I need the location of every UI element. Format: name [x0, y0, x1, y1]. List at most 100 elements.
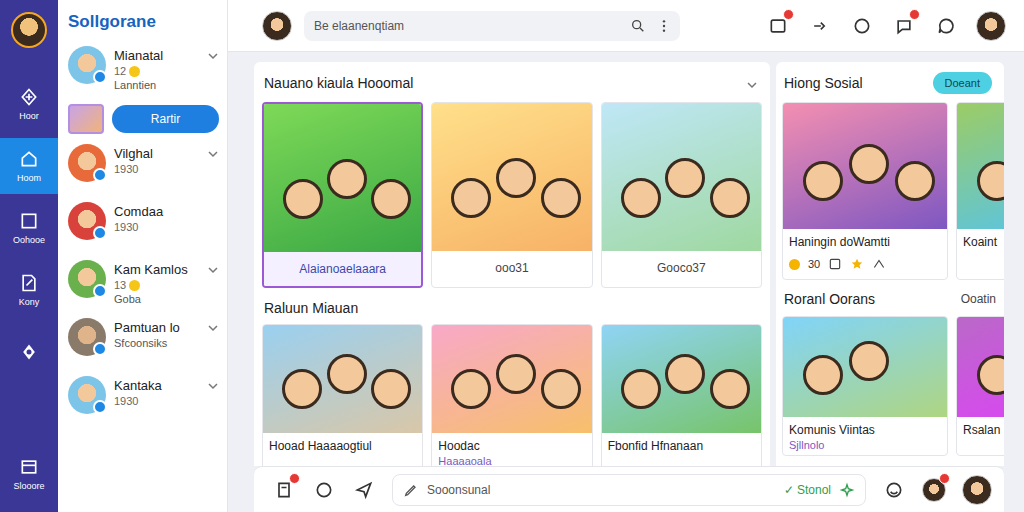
chevron-down-icon[interactable] — [207, 264, 219, 276]
card-image — [602, 325, 761, 433]
app-title: Sollgorane — [68, 12, 219, 32]
compass-icon — [19, 342, 39, 362]
social-card[interactable]: Komunis ViintasSjllnolo — [782, 316, 948, 456]
social-card[interactable]: Rsalan — [956, 316, 1004, 456]
contact-count: 12 — [114, 65, 199, 77]
card-image — [432, 325, 591, 433]
contact-count: 1930 — [114, 163, 199, 175]
share-icon[interactable] — [872, 257, 886, 271]
nav-item[interactable] — [0, 324, 58, 380]
feed-panel: Nauano kiaula Hooomal Alaianoaelaaaraooo3… — [254, 62, 770, 466]
panel-title: Hiong Sosial — [784, 75, 863, 91]
social-card[interactable]: Koaint — [956, 102, 1004, 280]
card-caption: Rsalan — [957, 417, 1004, 439]
chevron-down-icon[interactable] — [207, 322, 219, 334]
nav-footer-item[interactable]: Slooore — [0, 446, 58, 502]
emoji-button[interactable] — [882, 478, 906, 502]
contact-status: Lanntien — [114, 79, 199, 91]
star-icon[interactable] — [850, 257, 864, 271]
collapse-icon[interactable] — [746, 79, 758, 91]
nav-label: Hoom — [17, 173, 41, 183]
see-all-link[interactable]: Ooatin — [961, 292, 1000, 306]
section-title: Raluun Miauan — [262, 288, 762, 324]
contact-name: Pamtuan lo — [114, 320, 199, 335]
bottom-bar: Sooonsunal✓ Stonol — [254, 466, 1004, 512]
smile-icon — [884, 480, 904, 500]
contact-avatar — [68, 376, 106, 414]
edit-icon — [19, 273, 39, 293]
contact-row[interactable]: Pamtuan loSfcoonsiks — [68, 318, 219, 370]
comment-icon[interactable] — [828, 257, 842, 271]
notification-badge — [289, 473, 300, 484]
nav-item[interactable]: Oohooe — [0, 200, 58, 256]
social-card[interactable]: Haningin doWamtti30 — [782, 102, 948, 280]
send-button[interactable] — [352, 478, 376, 502]
toolbar-button[interactable] — [766, 14, 790, 38]
nav-rail: Hoor Hoom Oohooe Kony Slooore — [0, 0, 58, 512]
panel-title: Nauano kiaula Hooomal — [264, 75, 413, 91]
nav-item[interactable]: Hoor — [0, 76, 58, 132]
feed-card[interactable]: HoodacHaaaaoala — [431, 324, 592, 466]
toolbar-button[interactable] — [892, 14, 916, 38]
content-area: Nauano kiaula Hooomal Alaianoaelaaaraooo3… — [228, 52, 1024, 512]
search-field[interactable]: Be elaanenqtiam — [304, 11, 680, 41]
account-avatar[interactable] — [976, 11, 1006, 41]
sparkle-icon[interactable] — [839, 482, 855, 498]
card-image — [783, 317, 947, 417]
toolbar-button[interactable] — [934, 14, 958, 38]
nav-item[interactable]: Hoom — [0, 138, 58, 194]
user-avatar[interactable] — [262, 11, 292, 41]
smile-icon — [129, 66, 140, 77]
contact-action-row: Rartir — [68, 104, 219, 134]
search-icon[interactable] — [630, 18, 646, 34]
feed-card[interactable]: Fbonfid Hfnanaan — [601, 324, 762, 466]
toolbar-button[interactable] — [850, 14, 874, 38]
coin-icon — [789, 259, 800, 270]
online-badge — [93, 168, 107, 182]
side-button[interactable]: Doeant — [933, 72, 992, 94]
online-badge — [93, 226, 107, 240]
group-thumbnail — [68, 104, 104, 134]
online-badge — [93, 284, 107, 298]
feed-card[interactable]: Hooad Haaaaogtiul — [262, 324, 423, 466]
contact-name: Vilghal — [114, 146, 199, 161]
toolbar-button[interactable] — [808, 14, 832, 38]
home-icon — [19, 149, 39, 169]
contact-row[interactable]: Vilghal 1930 — [68, 144, 219, 196]
circle-icon — [314, 480, 334, 500]
message-input[interactable]: Sooonsunal✓ Stonol — [392, 474, 866, 506]
card-caption: Hooad Haaaaogtiul — [263, 433, 422, 455]
send-icon — [354, 480, 374, 500]
contact-count: 1930 — [114, 221, 219, 233]
feed-card[interactable]: ooo31 — [431, 102, 592, 288]
card-image — [783, 103, 947, 229]
action-button[interactable]: Rartir — [112, 105, 219, 133]
more-icon[interactable] — [656, 18, 672, 34]
feed-card[interactable]: Gooco37 — [601, 102, 762, 288]
smile-icon — [852, 16, 872, 36]
profile-avatar[interactable] — [11, 12, 47, 48]
chevron-down-icon[interactable] — [207, 148, 219, 160]
status-button[interactable] — [312, 478, 336, 502]
account-avatar[interactable] — [962, 475, 992, 505]
notes-button[interactable] — [272, 478, 296, 502]
social-panel: Hiong Sosial Doeant Haningin doWamtti30Koa… — [776, 62, 1004, 466]
contact-row[interactable]: Comdaa1930 — [68, 202, 219, 254]
chevron-down-icon[interactable] — [207, 380, 219, 392]
card-image — [957, 317, 1004, 417]
contact-avatar — [68, 318, 106, 356]
card-image — [602, 103, 761, 251]
feed-card[interactable]: Alaianoaelaaara — [262, 102, 423, 288]
online-badge — [93, 342, 107, 356]
card-caption: Komunis Viintas — [783, 417, 947, 439]
app-window: HoorHoomOohooeKonySloooreSollgoraneMiana… — [0, 0, 1024, 512]
contact-row[interactable]: Mianatal12Lanntien — [68, 46, 219, 98]
contact-row[interactable]: Kam Kamlos13Goba — [68, 260, 219, 312]
friend-avatar-button[interactable] — [922, 478, 946, 502]
contact-row[interactable]: Kantaka1930 — [68, 376, 219, 428]
contact-name: Kam Kamlos — [114, 262, 199, 277]
card-caption: Haningin doWamtti — [783, 229, 947, 251]
nav-item[interactable]: Kony — [0, 262, 58, 318]
card-image — [264, 104, 421, 252]
chevron-down-icon[interactable] — [207, 50, 219, 62]
